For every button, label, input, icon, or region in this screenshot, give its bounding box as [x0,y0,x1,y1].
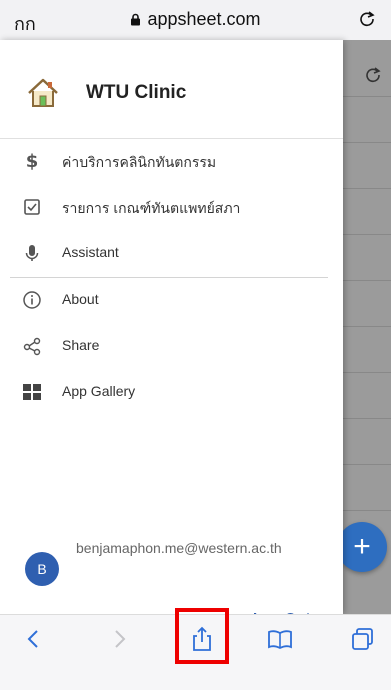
url-field[interactable]: appsheet.com [0,9,391,30]
menu-item-clinic-fees[interactable]: $ ค่าบริการคลินิกทันตกรรม [0,138,343,184]
navigation-drawer: WTU Clinic $ ค่าบริการคลินิกทันตกรรม ราย… [0,40,343,627]
menu-item-label: Share [62,337,100,353]
checkbox-icon [24,199,40,215]
menu-item-about[interactable]: About [0,277,343,323]
bookmarks-icon[interactable] [266,625,294,653]
house-icon [28,78,58,107]
avatar: B [25,552,59,586]
menu-item-label: About [62,291,99,307]
app-title: WTU Clinic [86,82,187,103]
tabs-icon[interactable] [349,625,377,653]
dollar-icon: $ [26,151,39,171]
forward-icon[interactable] [105,625,133,653]
menu-item-app-gallery[interactable]: App Gallery [0,369,343,415]
svg-text:$: $ [26,151,39,171]
drawer-header: WTU Clinic [0,40,343,139]
microphone-icon [25,245,39,261]
share-nodes-icon [23,337,41,356]
menu-item-share[interactable]: Share [0,323,343,369]
menu-item-label: Assistant [62,244,119,260]
refresh-icon [366,67,381,83]
menu-item-assistant[interactable]: Assistant [0,230,343,276]
browser-address-bar: กก appsheet.com [0,0,391,41]
back-icon[interactable] [20,625,48,653]
menu-item-label: ค่าบริการคลินิกทันตกรรม [62,154,217,170]
user-email: benjamaphon.me@western.ac.th [76,540,282,556]
menu-item-label: App Gallery [62,383,136,399]
add-fab-button[interactable]: + [337,522,387,572]
menu-item-label: รายการ เกณฑ์ทันตแพทย์สภา [62,200,241,216]
reload-icon[interactable] [357,8,377,28]
info-icon [23,291,41,309]
lock-icon [130,10,141,26]
share-highlight-box [175,608,229,664]
url-text: appsheet.com [147,9,261,29]
grid-icon [23,384,41,400]
menu-item-dental-criteria[interactable]: รายการ เกณฑ์ทันตแพทย์สภา [0,184,343,230]
